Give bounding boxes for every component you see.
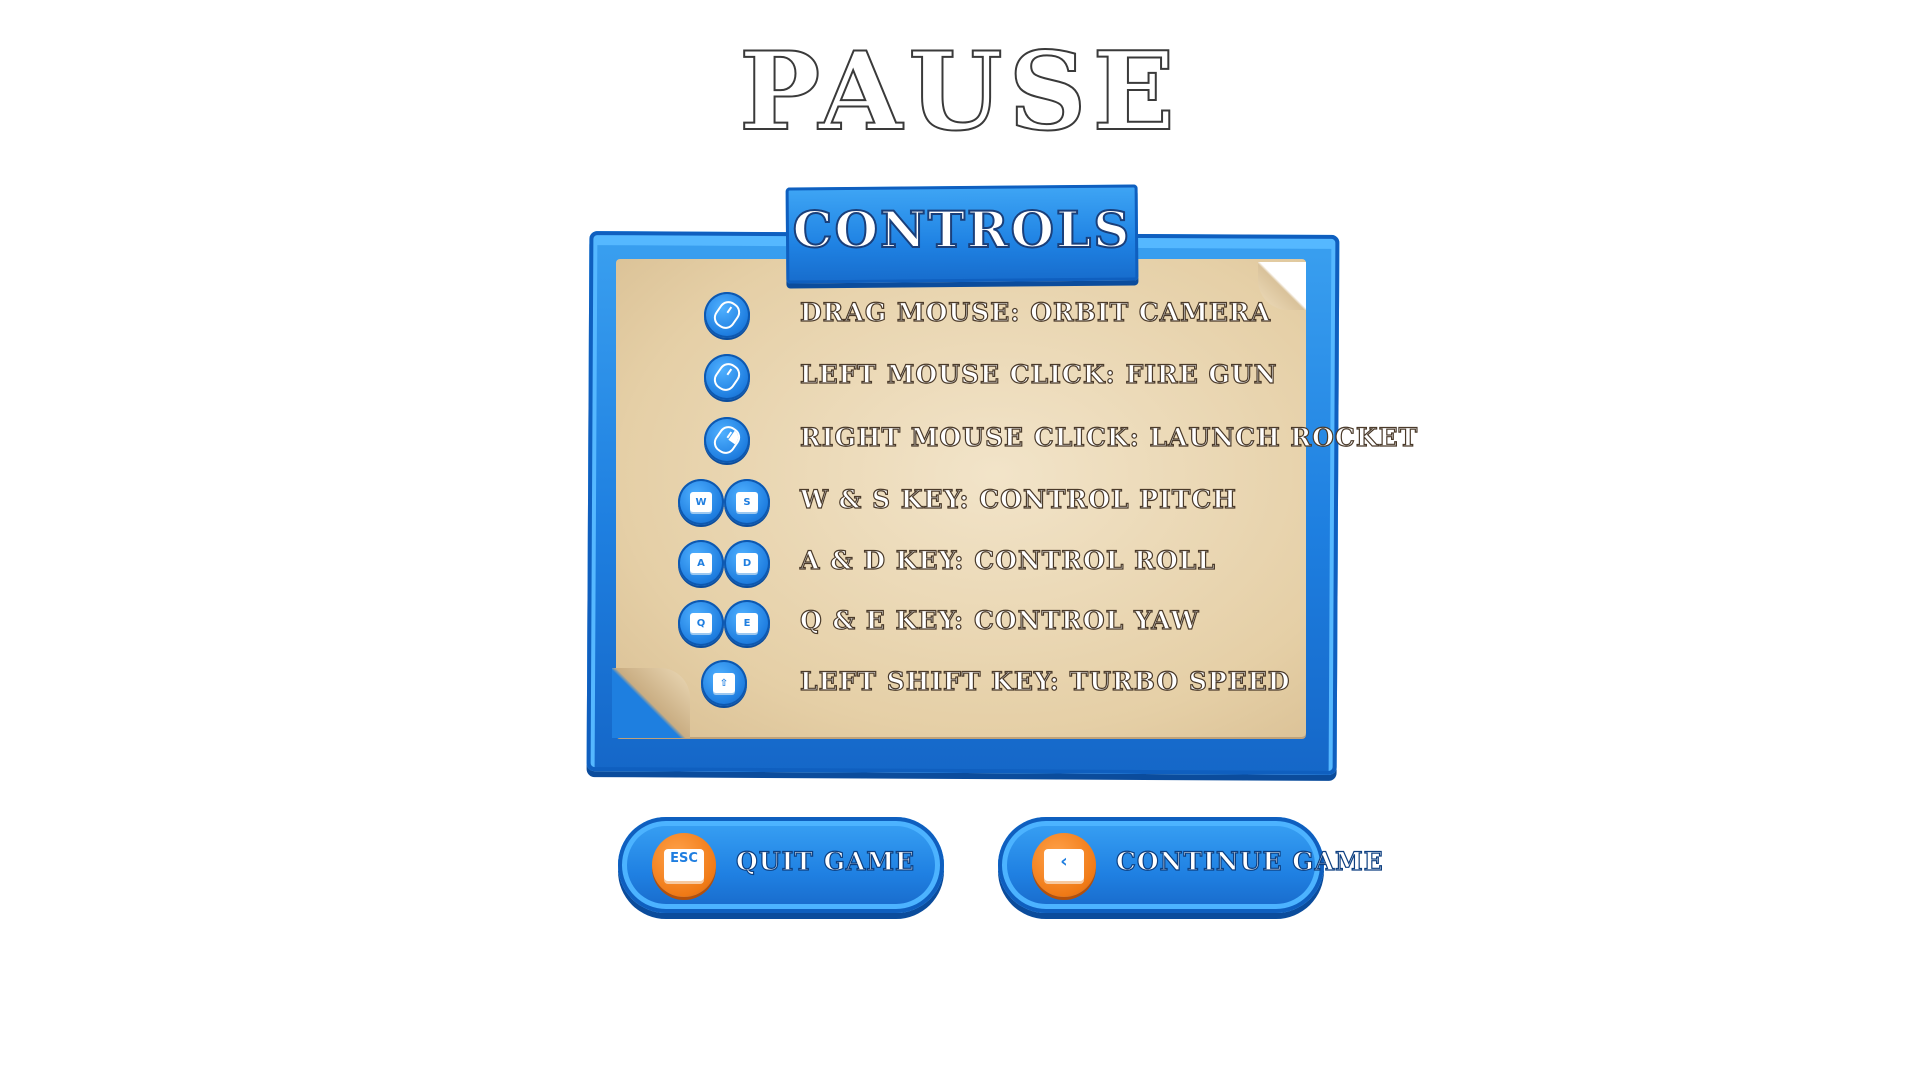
control-icon-group [704, 292, 750, 338]
control-label: W & S KEY: CONTROL PITCH [799, 484, 1237, 514]
control-icon-group: W S [678, 479, 770, 525]
mouse-left-click-icon [704, 354, 750, 400]
q-key-icon: Q [678, 600, 724, 646]
a-key-icon: A [678, 540, 724, 586]
controls-title: CONTROLS [792, 199, 1132, 260]
shift-key-icon: ⇧ [701, 660, 747, 706]
control-label: LEFT MOUSE CLICK: FIRE GUN [799, 359, 1278, 389]
control-label: RIGHT MOUSE CLICK: LAUNCH ROCKET [799, 422, 1419, 452]
control-label: A & D KEY: CONTROL ROLL [799, 545, 1216, 575]
control-label: DRAG MOUSE: ORBIT CAMERA [799, 297, 1272, 327]
control-icon-group: Q E [678, 600, 770, 646]
esc-key-icon: ESC [652, 833, 716, 897]
control-label: Q & E KEY: CONTROL YAW [799, 605, 1200, 635]
mouse-drag-icon [704, 292, 750, 338]
continue-game-label: CONTINUE GAME [1115, 846, 1384, 876]
paper-curl-bottom-left [612, 668, 690, 738]
control-label: LEFT SHIFT KEY: TURBO SPEED [799, 666, 1291, 696]
d-key-icon: D [724, 540, 770, 586]
control-icon-group [704, 417, 750, 463]
pause-title: PAUSE [738, 29, 1181, 155]
control-icon-group: A D [678, 540, 770, 586]
control-icon-group: ⇧ [701, 660, 747, 706]
s-key-icon: S [724, 479, 770, 525]
continue-game-button[interactable]: ‹ CONTINUE GAME [998, 817, 1383, 913]
back-key-icon: ‹ [1032, 833, 1096, 897]
mouse-right-click-icon [704, 417, 750, 463]
quit-game-button[interactable]: ESC QUIT GAME [618, 817, 944, 913]
e-key-icon: E [724, 600, 770, 646]
control-icon-group [704, 354, 750, 400]
w-key-icon: W [678, 479, 724, 525]
quit-game-label: QUIT GAME [735, 846, 916, 876]
